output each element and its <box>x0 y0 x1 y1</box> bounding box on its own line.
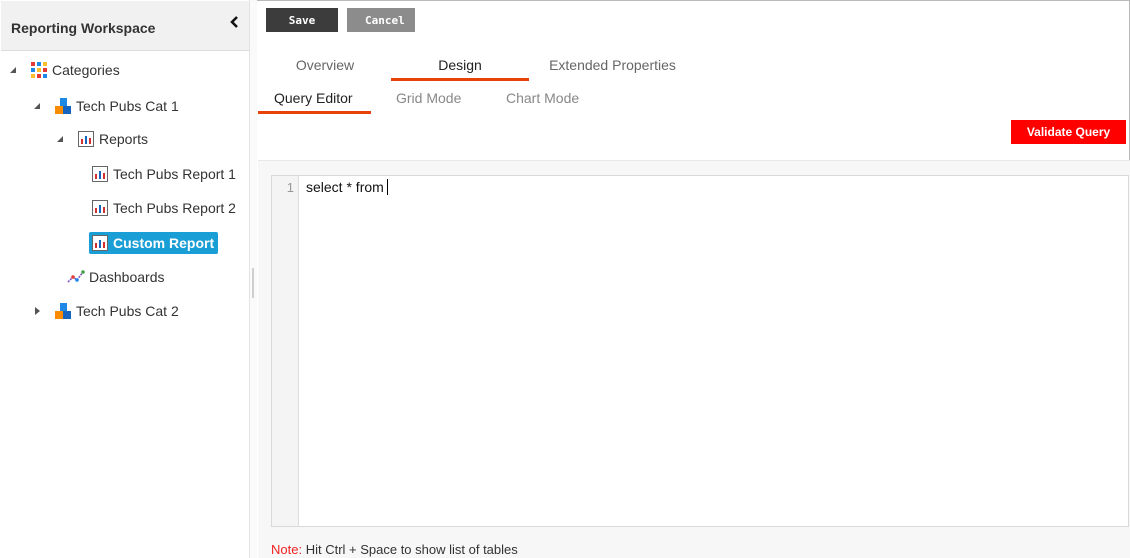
save-button[interactable]: Save <box>266 8 338 32</box>
tree-node-cat1[interactable]: Tech Pubs Cat 1 <box>32 93 179 119</box>
selected-node-highlight: Custom Report <box>89 232 219 254</box>
subtab-grid-mode[interactable]: Grid Mode <box>396 90 461 116</box>
tree-node-label: Custom Report <box>113 235 215 251</box>
collapsed-arrow-icon[interactable] <box>32 306 42 316</box>
report-icon <box>92 235 108 251</box>
tree-node-cat2[interactable]: Tech Pubs Cat 2 <box>32 298 179 324</box>
tab-extended-properties[interactable]: Extended Properties <box>540 57 685 85</box>
tree-node-report-1[interactable]: Tech Pubs Report 1 <box>91 161 236 187</box>
expanded-arrow-icon[interactable] <box>8 65 18 75</box>
tree-node-label: Reports <box>99 131 149 147</box>
line-gutter: 1 <box>272 176 299 526</box>
expanded-arrow-icon[interactable] <box>55 134 65 144</box>
active-subtab-indicator <box>258 111 371 114</box>
note-label: Note: <box>271 542 303 557</box>
collapse-sidebar-icon[interactable] <box>227 12 243 32</box>
tree-node-reports[interactable]: Reports <box>55 126 148 152</box>
splitter-grip[interactable] <box>252 268 254 298</box>
validate-query-button[interactable]: Validate Query <box>1011 120 1126 144</box>
categories-grid-icon <box>31 62 47 78</box>
line-number: 1 <box>286 180 294 195</box>
active-tab-indicator <box>391 78 529 81</box>
sidebar: Reporting Workspace Categories Tech Pubs… <box>0 0 249 558</box>
subtab-chart-mode[interactable]: Chart Mode <box>506 90 579 116</box>
category-icon <box>55 303 71 319</box>
tree-node-label: Tech Pubs Report 1 <box>113 166 236 182</box>
tree-node-label: Dashboards <box>89 269 165 285</box>
category-icon <box>55 98 71 114</box>
report-icon <box>92 166 108 182</box>
tree-node-label: Tech Pubs Cat 2 <box>76 303 179 319</box>
sidebar-header: Reporting Workspace <box>1 1 249 51</box>
report-icon <box>92 200 108 216</box>
query-editor[interactable]: 1 select * from <box>271 175 1129 527</box>
tree-node-label: Tech Pubs Cat 1 <box>76 98 179 114</box>
tree-node-categories[interactable]: Categories <box>8 57 120 83</box>
cancel-button[interactable]: Cancel <box>347 8 415 32</box>
tree-node-dashboards[interactable]: Dashboards <box>67 264 165 290</box>
text-cursor <box>386 179 388 195</box>
code-text: select * from <box>306 179 384 195</box>
tab-overview[interactable]: Overview <box>290 57 360 85</box>
code-line[interactable]: select * from <box>306 179 388 195</box>
tree-node-label: Tech Pubs Report 2 <box>113 200 236 216</box>
note-text: Note: Hit Ctrl + Space to show list of t… <box>271 542 518 557</box>
sidebar-title: Reporting Workspace <box>11 20 156 36</box>
note-message: Hit Ctrl + Space to show list of tables <box>302 542 518 557</box>
report-folder-icon <box>78 131 94 147</box>
tree-node-label: Categories <box>52 62 120 78</box>
dashboard-trend-icon <box>67 270 85 283</box>
tree-node-report-2[interactable]: Tech Pubs Report 2 <box>91 195 236 221</box>
tree-node-custom-report[interactable]: Custom Report <box>89 230 219 256</box>
expanded-arrow-icon[interactable] <box>32 101 42 111</box>
